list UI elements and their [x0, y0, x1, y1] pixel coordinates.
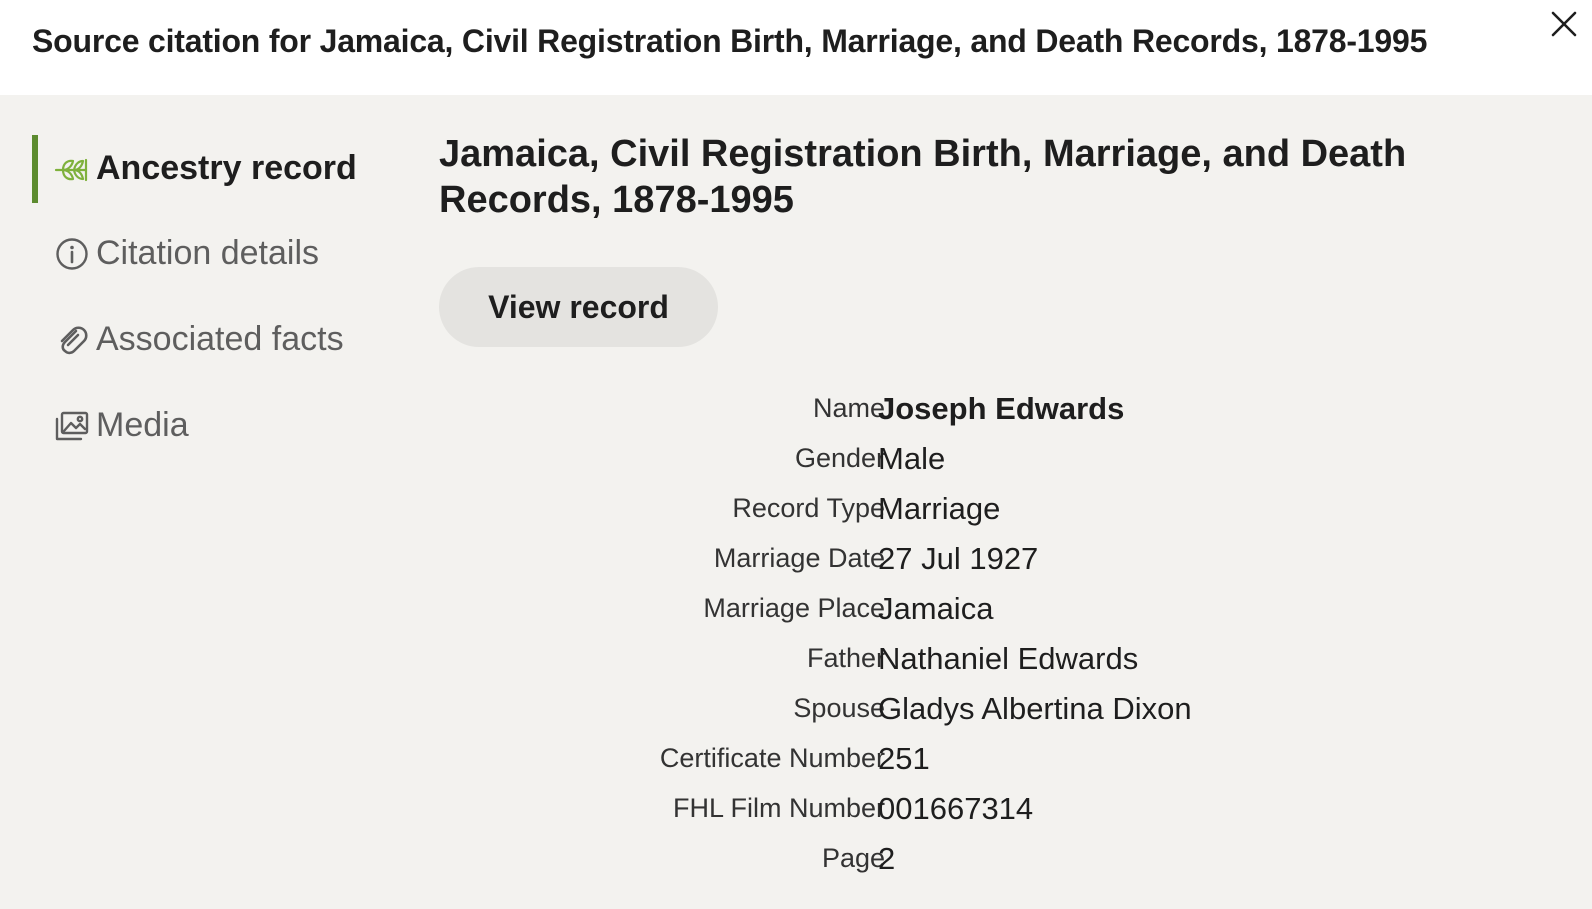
sidebar-nav: Ancestry record Citation details Associa…	[0, 95, 420, 909]
sidebar-item-label: Citation details	[96, 234, 320, 272]
sidebar-item-ancestry-record[interactable]: Ancestry record	[32, 135, 392, 203]
field-label: Page	[821, 843, 885, 873]
record-fields: Name Joseph Edwards Gender Male Record T…	[439, 385, 1539, 885]
field-label: Record Type	[732, 493, 885, 523]
active-indicator	[32, 135, 38, 203]
field-label: Father	[806, 643, 885, 673]
field-value: Gladys Albertina Dixon	[878, 691, 1192, 726]
field-row-record-type: Record Type Marriage	[439, 485, 1539, 535]
field-label: Name	[812, 393, 885, 423]
field-value: Marriage	[878, 491, 1001, 526]
sidebar-item-label: Associated facts	[96, 320, 344, 358]
sidebar-item-associated-facts[interactable]: Associated facts	[32, 306, 392, 374]
dialog-header: Source citation for Jamaica, Civil Regis…	[0, 0, 1592, 95]
sidebar-item-citation-details[interactable]: Citation details	[32, 220, 392, 288]
field-value: Jamaica	[878, 591, 994, 626]
info-icon	[56, 238, 88, 270]
dialog-title: Source citation for Jamaica, Civil Regis…	[32, 23, 1428, 59]
field-row-father: Father Nathaniel Edwards	[439, 635, 1539, 685]
image-icon	[55, 411, 89, 441]
view-record-button[interactable]: View record	[439, 267, 718, 347]
sidebar-item-media[interactable]: Media	[32, 392, 392, 460]
close-icon	[1551, 11, 1577, 37]
field-row-marriage-place: Marriage Place Jamaica	[439, 585, 1539, 635]
field-label: Spouse	[793, 693, 885, 723]
sidebar-item-label: Media	[96, 406, 189, 444]
sidebar-item-label: Ancestry record	[96, 149, 357, 187]
field-row-fhl-film-number: FHL Film Number 001667314	[439, 785, 1539, 835]
field-value: 001667314	[878, 791, 1034, 826]
leaf-icon	[54, 158, 88, 182]
field-value: 251	[878, 741, 930, 776]
field-row-page: Page 2	[439, 835, 1539, 885]
field-row-certificate-number: Certificate Number 251	[439, 735, 1539, 785]
field-label: Gender	[794, 443, 885, 473]
field-value: Male	[878, 441, 946, 476]
field-label: FHL Film Number	[672, 793, 885, 823]
field-value: Nathaniel Edwards	[878, 641, 1139, 676]
field-row-gender: Gender Male	[439, 435, 1539, 485]
field-value: 27 Jul 1927	[878, 541, 1039, 576]
field-value: 2	[878, 841, 896, 876]
paperclip-icon	[60, 326, 88, 355]
close-button[interactable]	[1546, 6, 1582, 42]
field-row-marriage-date: Marriage Date 27 Jul 1927	[439, 535, 1539, 585]
field-row-spouse: Spouse Gladys Albertina Dixon	[439, 685, 1539, 735]
field-value: Joseph Edwards	[878, 391, 1125, 426]
field-label: Marriage Place	[703, 593, 885, 623]
field-row-name: Name Joseph Edwards	[439, 385, 1539, 435]
field-label: Certificate Number	[659, 743, 885, 773]
field-label: Marriage Date	[713, 543, 885, 573]
record-title: Jamaica, Civil Registration Birth, Marri…	[439, 133, 1407, 221]
